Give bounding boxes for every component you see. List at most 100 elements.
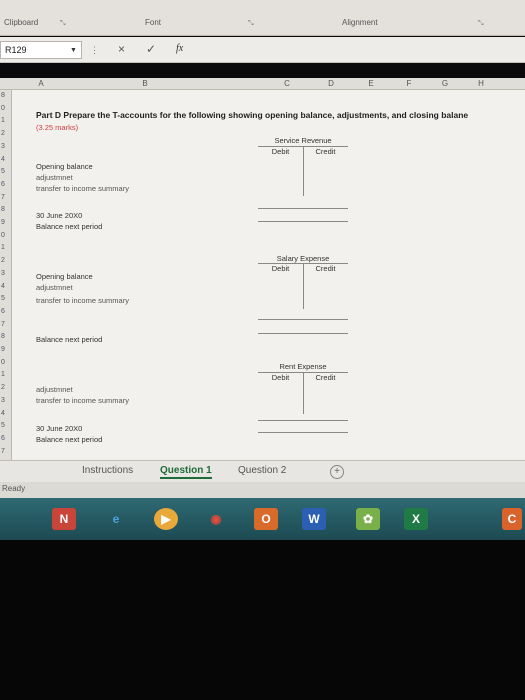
column-header-c[interactable]: C: [282, 79, 292, 88]
row-header[interactable]: 4: [1, 156, 5, 163]
browser-icon[interactable]: e: [104, 508, 128, 530]
debit-header: Debit: [271, 264, 290, 273]
tab-instructions[interactable]: Instructions: [82, 465, 133, 476]
credit-header: Credit: [315, 373, 336, 382]
entry-label: Opening balance: [36, 162, 93, 171]
row-header[interactable]: 3: [1, 270, 5, 277]
row-header[interactable]: 1: [1, 244, 5, 251]
row-header[interactable]: 3: [1, 143, 5, 150]
entry-label: Balance next period: [36, 222, 103, 231]
grip-icon[interactable]: ⋮: [90, 45, 99, 56]
font-launcher-icon[interactable]: ⤡: [248, 20, 254, 28]
taskbar: N e ▶ ◉ O W ✿ X C: [0, 498, 525, 540]
total-line: [258, 333, 348, 334]
ribbon-group-clipboard[interactable]: Clipboard: [4, 18, 38, 27]
account-title-service-revenue: Service Revenue: [274, 136, 332, 145]
marks-note: (3.25 marks): [36, 123, 79, 132]
column-header-e[interactable]: E: [366, 79, 376, 88]
row-header[interactable]: 9: [1, 219, 5, 226]
onenote-icon[interactable]: N: [52, 508, 76, 530]
column-header-d[interactable]: D: [326, 79, 336, 88]
column-header-g[interactable]: G: [440, 79, 450, 88]
row-header[interactable]: 2: [1, 130, 5, 137]
entry-label: transfer to income summary: [36, 184, 129, 193]
column-header-a[interactable]: A: [36, 79, 46, 88]
entry-label: 30 June 20X0: [36, 424, 83, 433]
total-line: [258, 432, 348, 433]
row-header[interactable]: 8: [1, 92, 5, 99]
status-text: Ready: [2, 484, 26, 493]
total-line: [258, 420, 348, 421]
chrome-icon[interactable]: ◉: [204, 508, 228, 530]
row-header[interactable]: 9: [1, 346, 5, 353]
row-header[interactable]: 7: [1, 448, 5, 455]
tab-question-2[interactable]: Question 2: [238, 465, 286, 476]
photos-icon[interactable]: ✿: [356, 508, 380, 530]
row-header[interactable]: 5: [1, 295, 5, 302]
row-header[interactable]: 1: [1, 117, 5, 124]
entry-label: Balance next period: [36, 335, 103, 344]
row-header[interactable]: 5: [1, 168, 5, 175]
row-header[interactable]: 8: [1, 333, 5, 340]
entry-label: Opening balance: [36, 272, 93, 281]
row-header[interactable]: 3: [1, 397, 5, 404]
clipboard-launcher-icon[interactable]: ⤡: [60, 20, 66, 28]
credit-header: Credit: [315, 147, 336, 156]
media-player-icon[interactable]: ▶: [154, 508, 178, 530]
entry-label: 30 June 20X0: [36, 211, 83, 220]
entry-label: transfer to income summary: [36, 396, 129, 405]
t-account-divider: [303, 146, 304, 196]
row-header[interactable]: 6: [1, 181, 5, 188]
row-header[interactable]: 2: [1, 257, 5, 264]
cancel-button[interactable]: ×: [118, 42, 125, 56]
sheet-title: Part D Prepare the T-accounts for the fo…: [36, 110, 469, 120]
column-headers: A B C D E F G H: [0, 78, 525, 90]
entry-label: transfer to income summary: [36, 296, 129, 305]
row-header[interactable]: 5: [1, 422, 5, 429]
column-header-h[interactable]: H: [476, 79, 486, 88]
t-account-divider: [303, 372, 304, 414]
row-header[interactable]: 0: [1, 105, 5, 112]
row-header[interactable]: 4: [1, 410, 5, 417]
office-icon[interactable]: O: [254, 508, 278, 530]
row-header[interactable]: 7: [1, 194, 5, 201]
row-header[interactable]: 0: [1, 232, 5, 239]
account-title-salary-expense: Salary Expense: [276, 254, 330, 263]
column-header-b[interactable]: B: [140, 79, 150, 88]
formula-bar: R129 ▼ ⋮ × ✓ fx: [0, 37, 525, 63]
status-bar: Ready: [0, 482, 525, 498]
insert-function-button[interactable]: fx: [176, 43, 183, 54]
ribbon: Clipboard ⤡ Font ⤡ Alignment ⤡: [0, 0, 525, 36]
sheet-tab-bar: Instructions Question 1 Question 2 +: [0, 460, 525, 482]
excel-icon[interactable]: X: [404, 508, 428, 530]
debit-header: Debit: [271, 373, 290, 382]
column-header-f[interactable]: F: [404, 79, 414, 88]
entry-label: Balance next period: [36, 435, 103, 444]
ribbon-group-alignment[interactable]: Alignment: [342, 18, 378, 27]
row-header[interactable]: 4: [1, 283, 5, 290]
t-account-divider: [303, 263, 304, 309]
debit-header: Debit: [271, 147, 290, 156]
row-header[interactable]: 0: [1, 359, 5, 366]
enter-button[interactable]: ✓: [146, 42, 156, 56]
row-header[interactable]: 6: [1, 308, 5, 315]
add-sheet-button[interactable]: +: [330, 465, 344, 479]
row-header[interactable]: 6: [1, 435, 5, 442]
word-icon[interactable]: W: [302, 508, 326, 530]
total-line: [258, 319, 348, 320]
total-line: [258, 221, 348, 222]
entry-label: adjustmnet: [36, 283, 73, 292]
chevron-down-icon[interactable]: ▼: [70, 47, 77, 54]
total-line: [258, 208, 348, 209]
row-header[interactable]: 7: [1, 321, 5, 328]
alignment-launcher-icon[interactable]: ⤡: [478, 20, 484, 28]
row-header[interactable]: 2: [1, 384, 5, 391]
row-header[interactable]: 1: [1, 371, 5, 378]
row-header[interactable]: 8: [1, 206, 5, 213]
row-headers: 8 0 1 2 3 4 5 6 7 8 9 0 1 2 3 4 5 6 7 8 9 0 1 2 3 4 5 6 7: [0, 90, 12, 460]
tab-question-1[interactable]: Question 1: [160, 465, 212, 479]
app-icon[interactable]: C: [502, 508, 522, 530]
credit-header: Credit: [315, 264, 336, 273]
screen-bezel: [0, 540, 525, 700]
ribbon-group-font[interactable]: Font: [145, 18, 161, 27]
